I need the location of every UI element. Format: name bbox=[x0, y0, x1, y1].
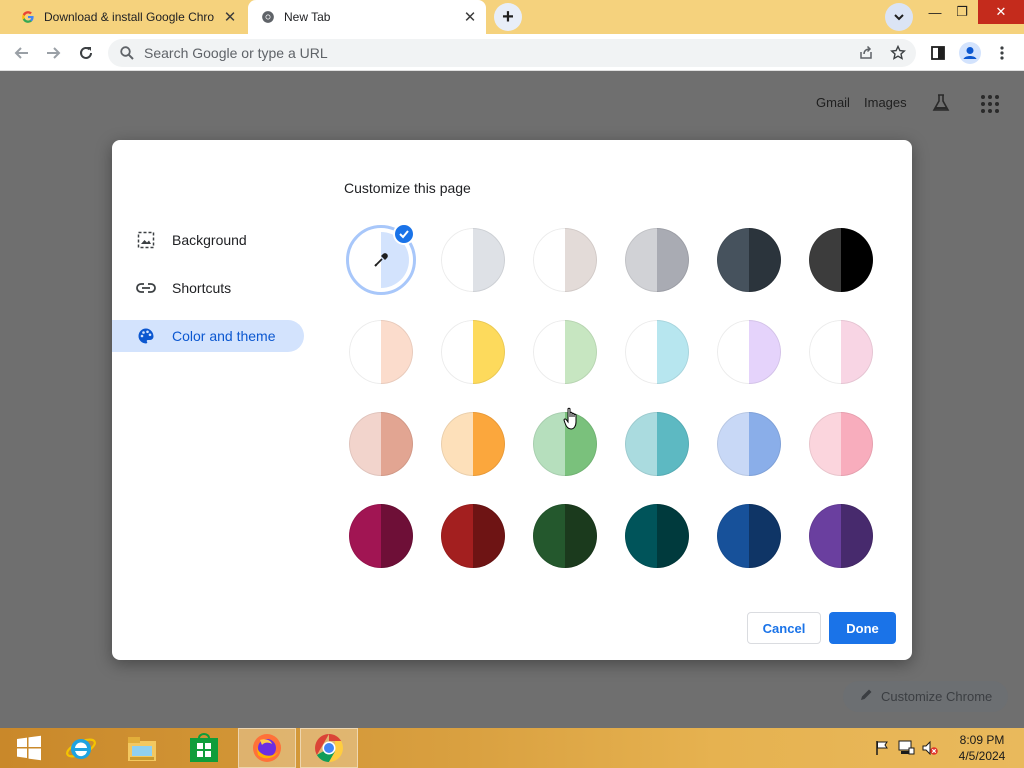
clock-time: 8:09 PM bbox=[959, 733, 1005, 747]
theme-color-swatch[interactable] bbox=[349, 412, 413, 476]
menu-item-label: Color and theme bbox=[172, 328, 276, 344]
bookmark-star-icon[interactable] bbox=[889, 44, 907, 62]
theme-color-swatch[interactable] bbox=[441, 504, 505, 568]
theme-color-swatch[interactable] bbox=[349, 504, 413, 568]
gmail-link[interactable]: Gmail bbox=[816, 95, 850, 110]
theme-color-swatch[interactable] bbox=[809, 412, 873, 476]
tab-title: Download & install Google Chro bbox=[44, 10, 215, 24]
omnibox-input[interactable] bbox=[144, 45, 824, 61]
reload-icon bbox=[80, 46, 92, 59]
chrome-icon bbox=[260, 9, 276, 25]
windows-taskbar: 8:09 PM 4/5/2024 bbox=[0, 728, 1024, 768]
internet-explorer-icon bbox=[66, 738, 96, 759]
done-button[interactable]: Done bbox=[829, 612, 896, 644]
theme-color-swatch[interactable] bbox=[625, 412, 689, 476]
cancel-button[interactable]: Cancel bbox=[747, 612, 821, 644]
theme-color-swatch[interactable] bbox=[533, 320, 597, 384]
menu-item-color-and-theme[interactable]: Color and theme bbox=[112, 320, 304, 352]
theme-color-swatch[interactable] bbox=[349, 320, 413, 384]
person-icon bbox=[959, 42, 981, 64]
volume-muted-icon[interactable] bbox=[921, 740, 939, 756]
theme-color-swatch[interactable] bbox=[809, 320, 873, 384]
tab-close-icon[interactable]: ✕ bbox=[220, 7, 240, 27]
pencil-icon bbox=[859, 688, 873, 705]
image-icon bbox=[136, 230, 156, 250]
dialog-title: Customize this page bbox=[344, 180, 471, 196]
taskbar-internet-explorer[interactable] bbox=[52, 728, 110, 768]
theme-color-swatch[interactable] bbox=[625, 228, 689, 292]
browser-toolbar bbox=[0, 34, 1024, 71]
arrow-right-icon bbox=[47, 47, 61, 59]
theme-color-swatch[interactable] bbox=[441, 228, 505, 292]
theme-color-swatch[interactable] bbox=[809, 228, 873, 292]
selected-check-icon bbox=[393, 223, 415, 245]
profile-avatar[interactable] bbox=[958, 41, 982, 65]
back-button[interactable] bbox=[9, 40, 35, 66]
arrow-left-icon bbox=[14, 47, 28, 59]
palette-icon bbox=[136, 326, 156, 346]
tab-new-tab[interactable]: New Tab ✕ bbox=[248, 0, 486, 34]
theme-color-swatch[interactable] bbox=[533, 228, 597, 292]
address-bar[interactable] bbox=[108, 39, 916, 67]
customize-chrome-button[interactable]: Customize Chrome bbox=[843, 681, 1008, 712]
new-tab-button[interactable]: + bbox=[494, 3, 522, 31]
tab-search-button[interactable] bbox=[885, 3, 913, 31]
theme-color-swatch[interactable] bbox=[717, 228, 781, 292]
theme-color-swatch[interactable] bbox=[625, 504, 689, 568]
tab-title: New Tab bbox=[284, 10, 331, 24]
link-icon bbox=[136, 278, 156, 298]
taskbar-chrome[interactable] bbox=[300, 728, 358, 768]
chevron-down-icon bbox=[894, 14, 904, 21]
share-icon[interactable] bbox=[857, 44, 875, 62]
theme-color-swatch[interactable] bbox=[625, 320, 689, 384]
file-explorer-icon bbox=[128, 737, 156, 761]
close-window-button[interactable]: ✕ bbox=[978, 0, 1024, 24]
firefox-icon bbox=[253, 734, 281, 762]
restore-button[interactable]: ❐ bbox=[947, 0, 977, 24]
taskbar-firefox[interactable] bbox=[238, 728, 296, 768]
more-menu-icon[interactable] bbox=[993, 44, 1011, 62]
chrome-icon bbox=[315, 734, 343, 762]
theme-color-swatch[interactable] bbox=[809, 504, 873, 568]
action-center-flag-icon[interactable] bbox=[873, 740, 891, 756]
customize-chrome-label: Customize Chrome bbox=[881, 689, 993, 704]
theme-color-swatch[interactable] bbox=[441, 320, 505, 384]
menu-item-background[interactable]: Background bbox=[112, 224, 304, 256]
menu-item-label: Background bbox=[172, 232, 247, 248]
menu-item-shortcuts[interactable]: Shortcuts bbox=[112, 272, 304, 304]
google-g-icon bbox=[20, 9, 36, 25]
minimize-button[interactable]: — bbox=[920, 0, 950, 24]
theme-color-swatch[interactable] bbox=[441, 412, 505, 476]
taskbar-file-explorer[interactable] bbox=[113, 728, 171, 768]
eyedropper-icon bbox=[373, 252, 389, 268]
tab-download-chrome[interactable]: Download & install Google Chro ✕ bbox=[8, 0, 246, 34]
network-icon[interactable] bbox=[897, 740, 915, 756]
search-icon bbox=[118, 44, 136, 62]
reload-button[interactable] bbox=[73, 40, 99, 66]
forward-button[interactable] bbox=[40, 40, 66, 66]
store-icon bbox=[190, 733, 218, 762]
theme-color-swatch[interactable] bbox=[533, 504, 597, 568]
hand-cursor-icon bbox=[563, 407, 581, 431]
taskbar-store[interactable] bbox=[175, 728, 233, 768]
theme-color-swatch[interactable] bbox=[717, 412, 781, 476]
labs-flask-icon[interactable] bbox=[931, 93, 951, 118]
menu-item-label: Shortcuts bbox=[172, 280, 232, 296]
images-link[interactable]: Images bbox=[864, 95, 907, 110]
tab-close-icon[interactable]: ✕ bbox=[460, 7, 480, 27]
apps-grid-icon[interactable] bbox=[980, 94, 1000, 119]
tab-strip: Download & install Google Chro ✕ New Tab… bbox=[0, 0, 1024, 34]
customize-dialog: Customize this page Background Shortcuts… bbox=[112, 140, 912, 660]
theme-color-swatch[interactable] bbox=[717, 320, 781, 384]
side-panel-icon[interactable] bbox=[929, 44, 947, 62]
clock-date: 4/5/2024 bbox=[958, 749, 1006, 763]
system-clock[interactable]: 8:09 PM 4/5/2024 bbox=[950, 732, 1014, 764]
start-button[interactable] bbox=[0, 728, 58, 768]
theme-color-swatch[interactable] bbox=[717, 504, 781, 568]
windows-logo-icon bbox=[17, 735, 41, 761]
